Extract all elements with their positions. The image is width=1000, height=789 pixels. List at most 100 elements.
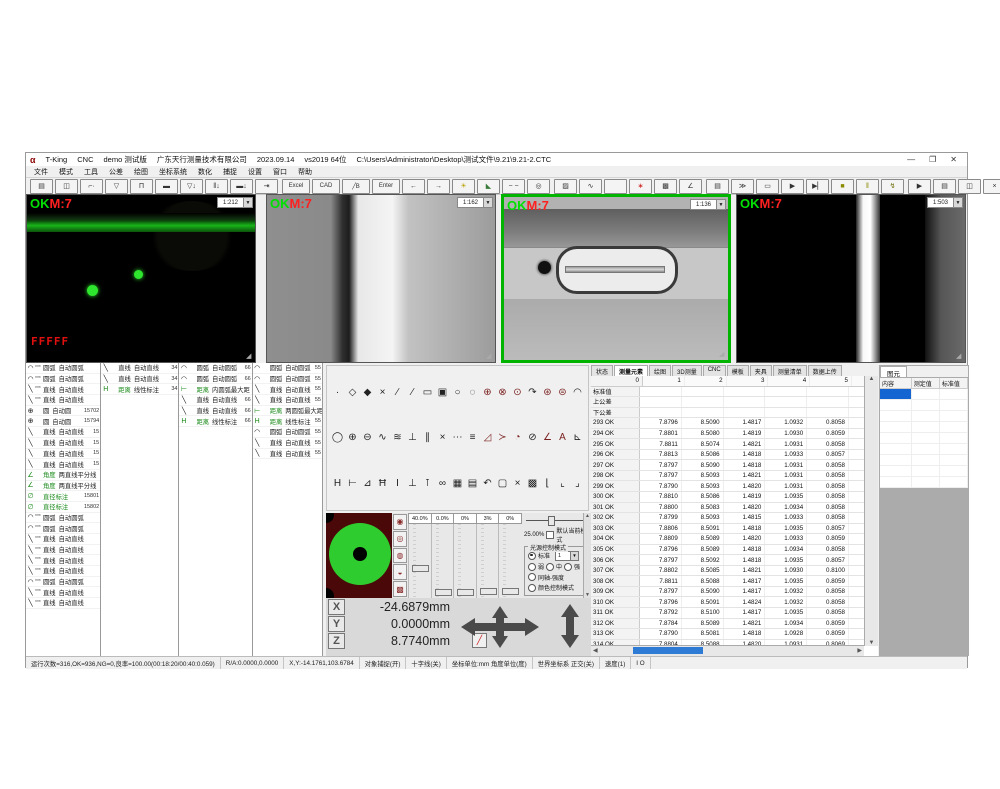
palette-tool-icon[interactable]: ▢ bbox=[496, 477, 509, 490]
menu-item-文件[interactable]: 文件 bbox=[34, 167, 48, 177]
palette-tool-icon[interactable]: ⋯ bbox=[451, 431, 464, 444]
open-aux-button[interactable]: ◫ bbox=[958, 179, 981, 194]
sign-button[interactable]: ╱B bbox=[342, 179, 370, 194]
slider-thumb[interactable] bbox=[502, 588, 519, 595]
table-row[interactable]: 294 OK7.88018.50801.48191.09300.80591.09… bbox=[591, 429, 864, 440]
menu-item-窗口[interactable]: 窗口 bbox=[273, 167, 287, 177]
list-item[interactable]: ╲直线自动直线55 bbox=[253, 384, 322, 395]
camera2-scale-select[interactable]: 1:162▼ bbox=[457, 197, 493, 208]
camera-view-2[interactable]: OKM:7 1:162▼ ◢ bbox=[266, 194, 496, 363]
table-row[interactable]: 313 OK7.87908.50811.48181.09280.80591.09… bbox=[591, 629, 864, 640]
palette-tool-icon[interactable]: ▦ bbox=[451, 477, 464, 490]
cad-export-button[interactable]: CAD bbox=[312, 179, 340, 194]
palette-tool-icon[interactable]: ⊜ bbox=[556, 386, 569, 399]
palette-tool-icon[interactable]: ◿ bbox=[481, 431, 494, 444]
play-button[interactable]: ▶ bbox=[781, 179, 804, 194]
resize-grip-icon[interactable]: ◢ bbox=[486, 353, 494, 361]
palette-tool-icon[interactable]: ∞ bbox=[436, 477, 449, 490]
open-button[interactable]: ◫ bbox=[55, 179, 78, 194]
palette-tool-icon[interactable]: ▤ bbox=[466, 477, 479, 490]
list-item[interactable]: ╲直线自动直线55 bbox=[253, 449, 322, 460]
ring-light-button-3[interactable]: ◍ bbox=[393, 548, 407, 564]
palette-tool-icon[interactable]: ↶ bbox=[481, 477, 494, 490]
list-item[interactable]: ◠***圆弧自动圆弧 bbox=[26, 363, 100, 374]
close-tool-button[interactable]: × bbox=[983, 179, 1000, 194]
table-row-special[interactable]: 下公差 bbox=[591, 408, 864, 419]
menu-item-模式[interactable]: 模式 bbox=[59, 167, 73, 177]
camera-view-4[interactable]: OKM:7 1:503▼ ◢ bbox=[736, 194, 966, 363]
chevron-down-icon[interactable]: ▼ bbox=[570, 552, 578, 560]
table-row[interactable]: 300 OK7.88108.50861.48191.09350.80581.09… bbox=[591, 492, 864, 503]
tab-测量元素[interactable]: 测量元素 bbox=[614, 365, 648, 376]
slider-track[interactable] bbox=[454, 524, 476, 598]
palette-tool-icon[interactable]: A bbox=[556, 431, 569, 444]
chevron-down-icon[interactable]: ▼ bbox=[716, 200, 725, 209]
palette-tool-icon[interactable]: ∠ bbox=[541, 431, 554, 444]
tab-测量清单[interactable]: 测量清单 bbox=[773, 365, 807, 376]
ring-light-button-1[interactable]: ◉ bbox=[393, 514, 407, 530]
gray-down-button[interactable]: ▬↓ bbox=[230, 179, 253, 194]
run-tool-button[interactable]: ↯ bbox=[881, 179, 904, 194]
folder-button[interactable]: ▭ bbox=[756, 179, 779, 194]
wave-button[interactable]: ∿ bbox=[579, 179, 602, 194]
excel-export-button[interactable]: Excel bbox=[282, 179, 310, 194]
palette-tool-icon[interactable]: ▩ bbox=[526, 477, 539, 490]
tab-绘图[interactable]: 绘图 bbox=[649, 365, 671, 376]
list-item[interactable]: ◠***圆弧自动圆弧 bbox=[26, 374, 100, 385]
palette-tool-icon[interactable]: Ħ bbox=[376, 477, 389, 490]
table-row[interactable]: 312 OK7.87848.50891.48211.09340.80591.09… bbox=[591, 619, 864, 630]
palette-tool-icon[interactable]: ⊕ bbox=[346, 431, 359, 444]
ring-light-view[interactable] bbox=[326, 513, 392, 598]
hatch-button[interactable]: ▨ bbox=[554, 179, 577, 194]
palette-tool-icon[interactable]: H bbox=[331, 477, 344, 490]
table-row[interactable]: 293 OK7.87968.50901.48171.09320.80581.09… bbox=[591, 418, 864, 429]
list-item[interactable]: ◠***圆弧自动圆弧 bbox=[26, 513, 100, 524]
strong-radio[interactable] bbox=[564, 563, 572, 571]
palette-tool-icon[interactable]: ⊕ bbox=[481, 386, 494, 399]
table-row-special[interactable]: 上公差 bbox=[591, 397, 864, 408]
element-tab[interactable]: 图元 bbox=[880, 366, 907, 377]
dither-button[interactable]: ▩ bbox=[654, 179, 677, 194]
menu-item-工具[interactable]: 工具 bbox=[84, 167, 98, 177]
slider-thumb[interactable] bbox=[480, 588, 497, 595]
list-item[interactable]: ∠角度两直线平分线 bbox=[26, 470, 100, 481]
camera3-scale-select[interactable]: 1:136▼ bbox=[690, 199, 726, 210]
options-scrollbar[interactable]: ▲▼ bbox=[583, 513, 591, 598]
palette-tool-icon[interactable]: × bbox=[376, 386, 389, 399]
list-item[interactable]: ◠圆弧自动圆弧66 bbox=[179, 363, 251, 374]
palette-tool-icon[interactable]: ≻ bbox=[496, 431, 509, 444]
image-button[interactable]: ◣ bbox=[477, 179, 500, 194]
palette-tool-icon[interactable]: ≋ bbox=[391, 431, 404, 444]
star-button[interactable]: ∗ bbox=[629, 179, 652, 194]
tab-夹具[interactable]: 夹具 bbox=[750, 365, 772, 376]
palette-tool-icon[interactable]: ⊗ bbox=[496, 386, 509, 399]
detail-row[interactable] bbox=[880, 477, 968, 488]
tab-CNC[interactable]: CNC bbox=[703, 365, 726, 376]
chevron-down-icon[interactable]: ▼ bbox=[243, 198, 252, 207]
table-row-special[interactable]: 标准值 bbox=[591, 387, 864, 398]
table-row[interactable]: 310 OK7.87968.50911.48241.09320.80581.09… bbox=[591, 597, 864, 608]
slider-track[interactable] bbox=[409, 524, 431, 598]
detail-row[interactable] bbox=[880, 444, 968, 455]
edge-down-button[interactable]: ▽↓ bbox=[180, 179, 203, 194]
save-button[interactable]: ▤ bbox=[30, 179, 53, 194]
edge-tool-button[interactable]: ▽ bbox=[105, 179, 128, 194]
camera-view-1[interactable]: OKM:7 FFFFF 1:212▼ ◢ bbox=[26, 194, 256, 363]
close-button[interactable]: ✕ bbox=[950, 155, 957, 164]
pause-button[interactable]: ‖ bbox=[856, 179, 879, 194]
list-item[interactable]: ∠角度两直线平分线 bbox=[26, 481, 100, 492]
detail-row[interactable] bbox=[880, 411, 968, 422]
palette-tool-icon[interactable]: ◯ bbox=[331, 431, 344, 444]
list-item[interactable]: ⊢距离两圆弧最大距 bbox=[253, 406, 322, 417]
caliper-button[interactable]: Π bbox=[130, 179, 153, 194]
ring-light-button-4[interactable]: ◒ bbox=[393, 564, 407, 580]
table-row[interactable]: 304 OK7.88098.50891.48201.09330.80591.09… bbox=[591, 534, 864, 545]
table-row[interactable]: 299 OK7.87908.50931.48201.09310.80581.09… bbox=[591, 481, 864, 492]
resize-grip-icon[interactable]: ◢ bbox=[246, 353, 254, 361]
scrollbar-thumb[interactable] bbox=[633, 647, 703, 654]
results-vertical-scrollbar[interactable]: ▲▼ bbox=[864, 376, 878, 646]
table-row[interactable]: 305 OK7.87968.50891.48181.09340.80581.09… bbox=[591, 545, 864, 556]
list-item[interactable]: ◠***圆弧自动圆弧 bbox=[26, 523, 100, 534]
palette-tool-icon[interactable]: ⊾ bbox=[571, 431, 584, 444]
resize-grip-icon[interactable]: ◢ bbox=[719, 351, 727, 359]
